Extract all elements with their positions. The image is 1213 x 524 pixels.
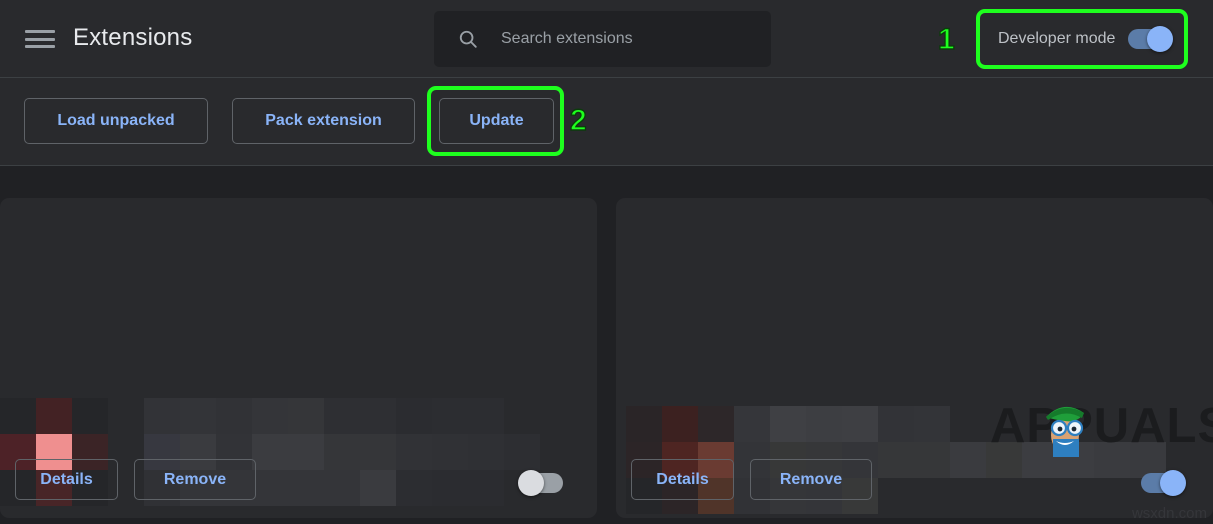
extension-card-actions: Details Remove [616,446,1213,518]
hamburger-bar [25,30,55,33]
redaction-pixel [734,406,770,442]
toggle-knob [1160,470,1186,496]
page-header: Extensions Developer mode [0,0,1213,78]
load-unpacked-button[interactable]: Load unpacked [24,98,208,144]
redaction-pixel [0,398,36,434]
developer-mode-label: Developer mode [998,30,1116,47]
redaction-pixel [770,406,806,442]
redaction-pixel [216,398,252,434]
toggle-knob [1147,26,1173,52]
redaction-pixel [662,406,698,442]
redaction-pixel [432,398,468,434]
redaction-pixel [842,406,878,442]
extension-enable-toggle[interactable] [518,470,563,496]
page-title: Extensions [73,24,193,51]
redaction-pixel [72,398,108,434]
extension-details-button[interactable]: Details [631,459,734,500]
redaction-pixel [626,406,662,442]
extension-remove-button[interactable]: Remove [134,459,256,500]
extension-card-actions: Details Remove [0,446,597,518]
redaction-pixel [468,398,504,434]
extension-enable-toggle[interactable] [1141,470,1186,496]
extension-remove-button[interactable]: Remove [750,459,872,500]
developer-mode-toggle[interactable] [1128,26,1173,52]
redaction-pixel [396,398,432,434]
redaction-pixel [360,398,396,434]
redaction-pixel [180,398,216,434]
search-box[interactable] [434,11,771,67]
redaction-pixel [144,398,180,434]
redaction-pixel [324,398,360,434]
redaction-pixel [288,398,324,434]
extension-details-button[interactable]: Details [15,459,118,500]
extension-card[interactable]: Details Remove [616,198,1213,518]
redaction-pixel [698,406,734,442]
developer-mode-control[interactable]: Developer mode [988,12,1184,66]
pack-extension-button[interactable]: Pack extension [232,98,415,144]
redaction-pixel [806,406,842,442]
redaction-pixel [252,398,288,434]
hamburger-bar [25,45,55,48]
toggle-knob [518,470,544,496]
hamburger-bar [25,37,55,41]
redaction-pixel [914,406,950,442]
search-icon [459,30,477,48]
redaction-pixel [878,406,914,442]
redaction-pixel [36,398,72,434]
extension-card[interactable]: Details Remove [0,198,597,518]
search-input[interactable] [501,30,771,48]
update-button[interactable]: Update [439,98,554,144]
extensions-page: Extensions Developer mode Load unpacked … [0,0,1213,524]
hamburger-menu-icon[interactable] [25,27,55,51]
